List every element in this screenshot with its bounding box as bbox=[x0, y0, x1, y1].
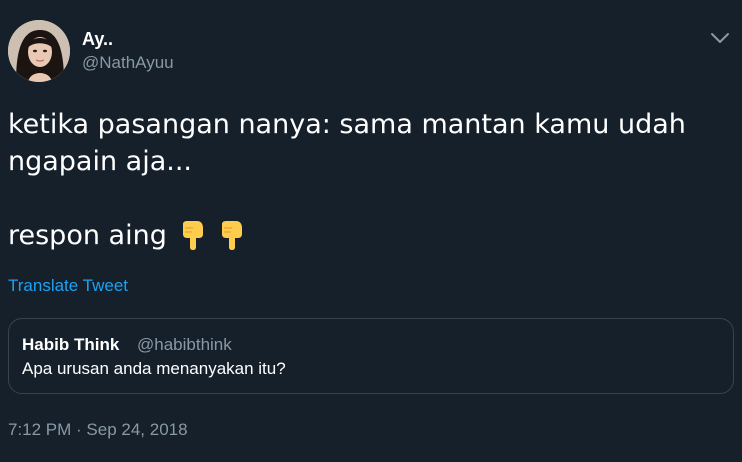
tweet-line-with-emoji: respon aing bbox=[8, 217, 728, 260]
chevron-down-icon[interactable] bbox=[708, 28, 732, 48]
pointing-down-emoji-icon bbox=[179, 220, 205, 260]
author-name[interactable]: Ay.. bbox=[82, 29, 113, 50]
tweet-line: respon aing bbox=[8, 220, 167, 251]
author-handle[interactable]: @NathAyuu bbox=[82, 53, 174, 73]
quoted-tweet[interactable]: Habib Think @habibthink Apa urusan anda … bbox=[8, 318, 734, 394]
quoted-author-name: Habib Think bbox=[22, 335, 120, 354]
tweet-text: ketika pasangan nanya: sama mantan kamu … bbox=[8, 106, 728, 260]
quoted-tweet-text: Apa urusan anda menanyakan itu? bbox=[22, 359, 286, 378]
tweet-timestamp[interactable]: 7:12 PM · Sep 24, 2018 bbox=[8, 420, 188, 440]
avatar[interactable] bbox=[8, 20, 70, 82]
tweet-line: ketika pasangan nanya: sama mantan kamu … bbox=[8, 109, 686, 140]
tweet-line: ngapain aja... bbox=[8, 146, 193, 177]
pointing-down-emoji-icon bbox=[218, 220, 244, 260]
avatar-photo bbox=[8, 20, 70, 82]
translate-tweet-link[interactable]: Translate Tweet bbox=[8, 276, 128, 296]
quoted-author-handle: @habibthink bbox=[137, 335, 232, 354]
